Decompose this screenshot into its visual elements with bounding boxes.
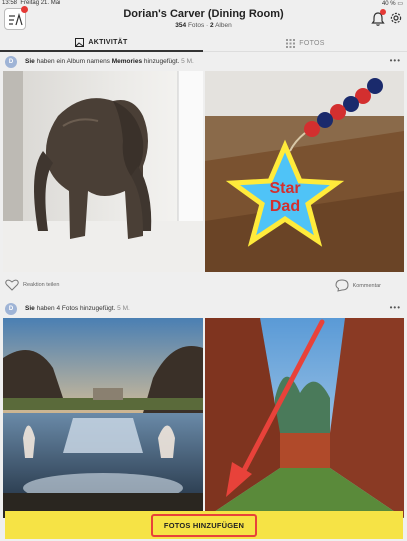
hedge-maze-photo[interactable] bbox=[205, 318, 404, 518]
add-photos-button[interactable]: FOTOS HINZUFÜGEN bbox=[150, 513, 258, 537]
activity-post: D Sie haben 4 Fotos hinzugefügt. 5 M. ••… bbox=[0, 300, 407, 518]
post-time: 5 M. bbox=[117, 305, 130, 312]
page-title: Dorian's Carver (Dining Room) bbox=[123, 8, 284, 20]
tab-activity[interactable]: AKTIVITÄT bbox=[0, 34, 203, 52]
post-text-after: hinzugefügt. bbox=[143, 58, 180, 65]
settings-button[interactable] bbox=[389, 11, 403, 27]
albums-word: Alben bbox=[215, 22, 232, 29]
more-options-button[interactable]: ••• bbox=[390, 56, 401, 65]
svg-text:Dad: Dad bbox=[270, 198, 300, 215]
post-actor: Sie bbox=[25, 58, 35, 65]
avatar[interactable]: D bbox=[5, 56, 17, 68]
star-dad-keychain-photo[interactable]: Star Dad bbox=[205, 71, 404, 272]
tab-photos[interactable]: FOTOS bbox=[204, 34, 407, 52]
tab-photos-label: FOTOS bbox=[299, 39, 325, 47]
image-frame-icon bbox=[75, 37, 85, 47]
post-text-before: haben 4 Fotos hinzugefügt. bbox=[36, 305, 116, 312]
notifications-button[interactable] bbox=[371, 9, 386, 27]
post-text-before: haben ein Album namens bbox=[36, 58, 110, 65]
album-link[interactable]: Memories bbox=[112, 58, 142, 65]
post-actions: Reaktion teilen Kommentar bbox=[0, 272, 407, 300]
album-count: 2 bbox=[210, 22, 214, 29]
svg-text:Star: Star bbox=[269, 180, 300, 197]
wooden-elephant-photo[interactable] bbox=[3, 71, 203, 272]
status-date: Freitag 21. Mai bbox=[20, 0, 61, 6]
page-subtitle: 354 Fotos · 2 Alben bbox=[0, 22, 407, 29]
comment-icon bbox=[335, 279, 349, 292]
header: Dorian's Carver (Dining Room) 354 Fotos … bbox=[0, 6, 407, 33]
comment-button[interactable]: Kommentar bbox=[335, 279, 381, 292]
grid-icon bbox=[286, 38, 296, 48]
avatar[interactable]: D bbox=[5, 303, 17, 315]
status-time: 13:58 bbox=[2, 0, 18, 6]
activity-feed: D Sie haben ein Album namens Memories hi… bbox=[0, 53, 407, 518]
post-photos bbox=[0, 318, 407, 518]
app-screen: 13:58 Freitag 21. Mai 40 % ▭ Dorian's Ca… bbox=[0, 0, 407, 541]
post-text: Sie haben 4 Fotos hinzugefügt. 5 M. bbox=[25, 305, 130, 312]
post-time: 5 M. bbox=[181, 58, 194, 65]
post-photos: Star Dad bbox=[0, 71, 407, 272]
heart-icon bbox=[5, 279, 19, 291]
subtitle-separator: · bbox=[206, 22, 209, 29]
react-button[interactable]: Reaktion teilen bbox=[5, 279, 59, 291]
tab-activity-label: AKTIVITÄT bbox=[88, 38, 128, 46]
tab-bar: AKTIVITÄT FOTOS bbox=[0, 34, 407, 52]
post-header: D Sie haben ein Album namens Memories hi… bbox=[0, 53, 407, 71]
post-text: Sie haben ein Album namens Memories hinz… bbox=[25, 58, 194, 65]
activity-post: D Sie haben ein Album namens Memories hi… bbox=[0, 53, 407, 300]
add-photos-bar: FOTOS HINZUFÜGEN bbox=[5, 511, 403, 539]
comment-label: Kommentar bbox=[352, 282, 381, 289]
post-actor: Sie bbox=[25, 305, 35, 312]
fountain-park-photo[interactable] bbox=[3, 318, 203, 518]
notification-dot bbox=[380, 9, 386, 15]
gear-icon bbox=[390, 12, 402, 24]
react-label: Reaktion teilen bbox=[23, 282, 60, 288]
photo-count: 354 bbox=[175, 22, 187, 29]
post-header: D Sie haben 4 Fotos hinzugefügt. 5 M. ••… bbox=[0, 300, 407, 318]
photos-word: Fotos bbox=[187, 22, 205, 29]
more-options-button[interactable]: ••• bbox=[390, 303, 401, 312]
